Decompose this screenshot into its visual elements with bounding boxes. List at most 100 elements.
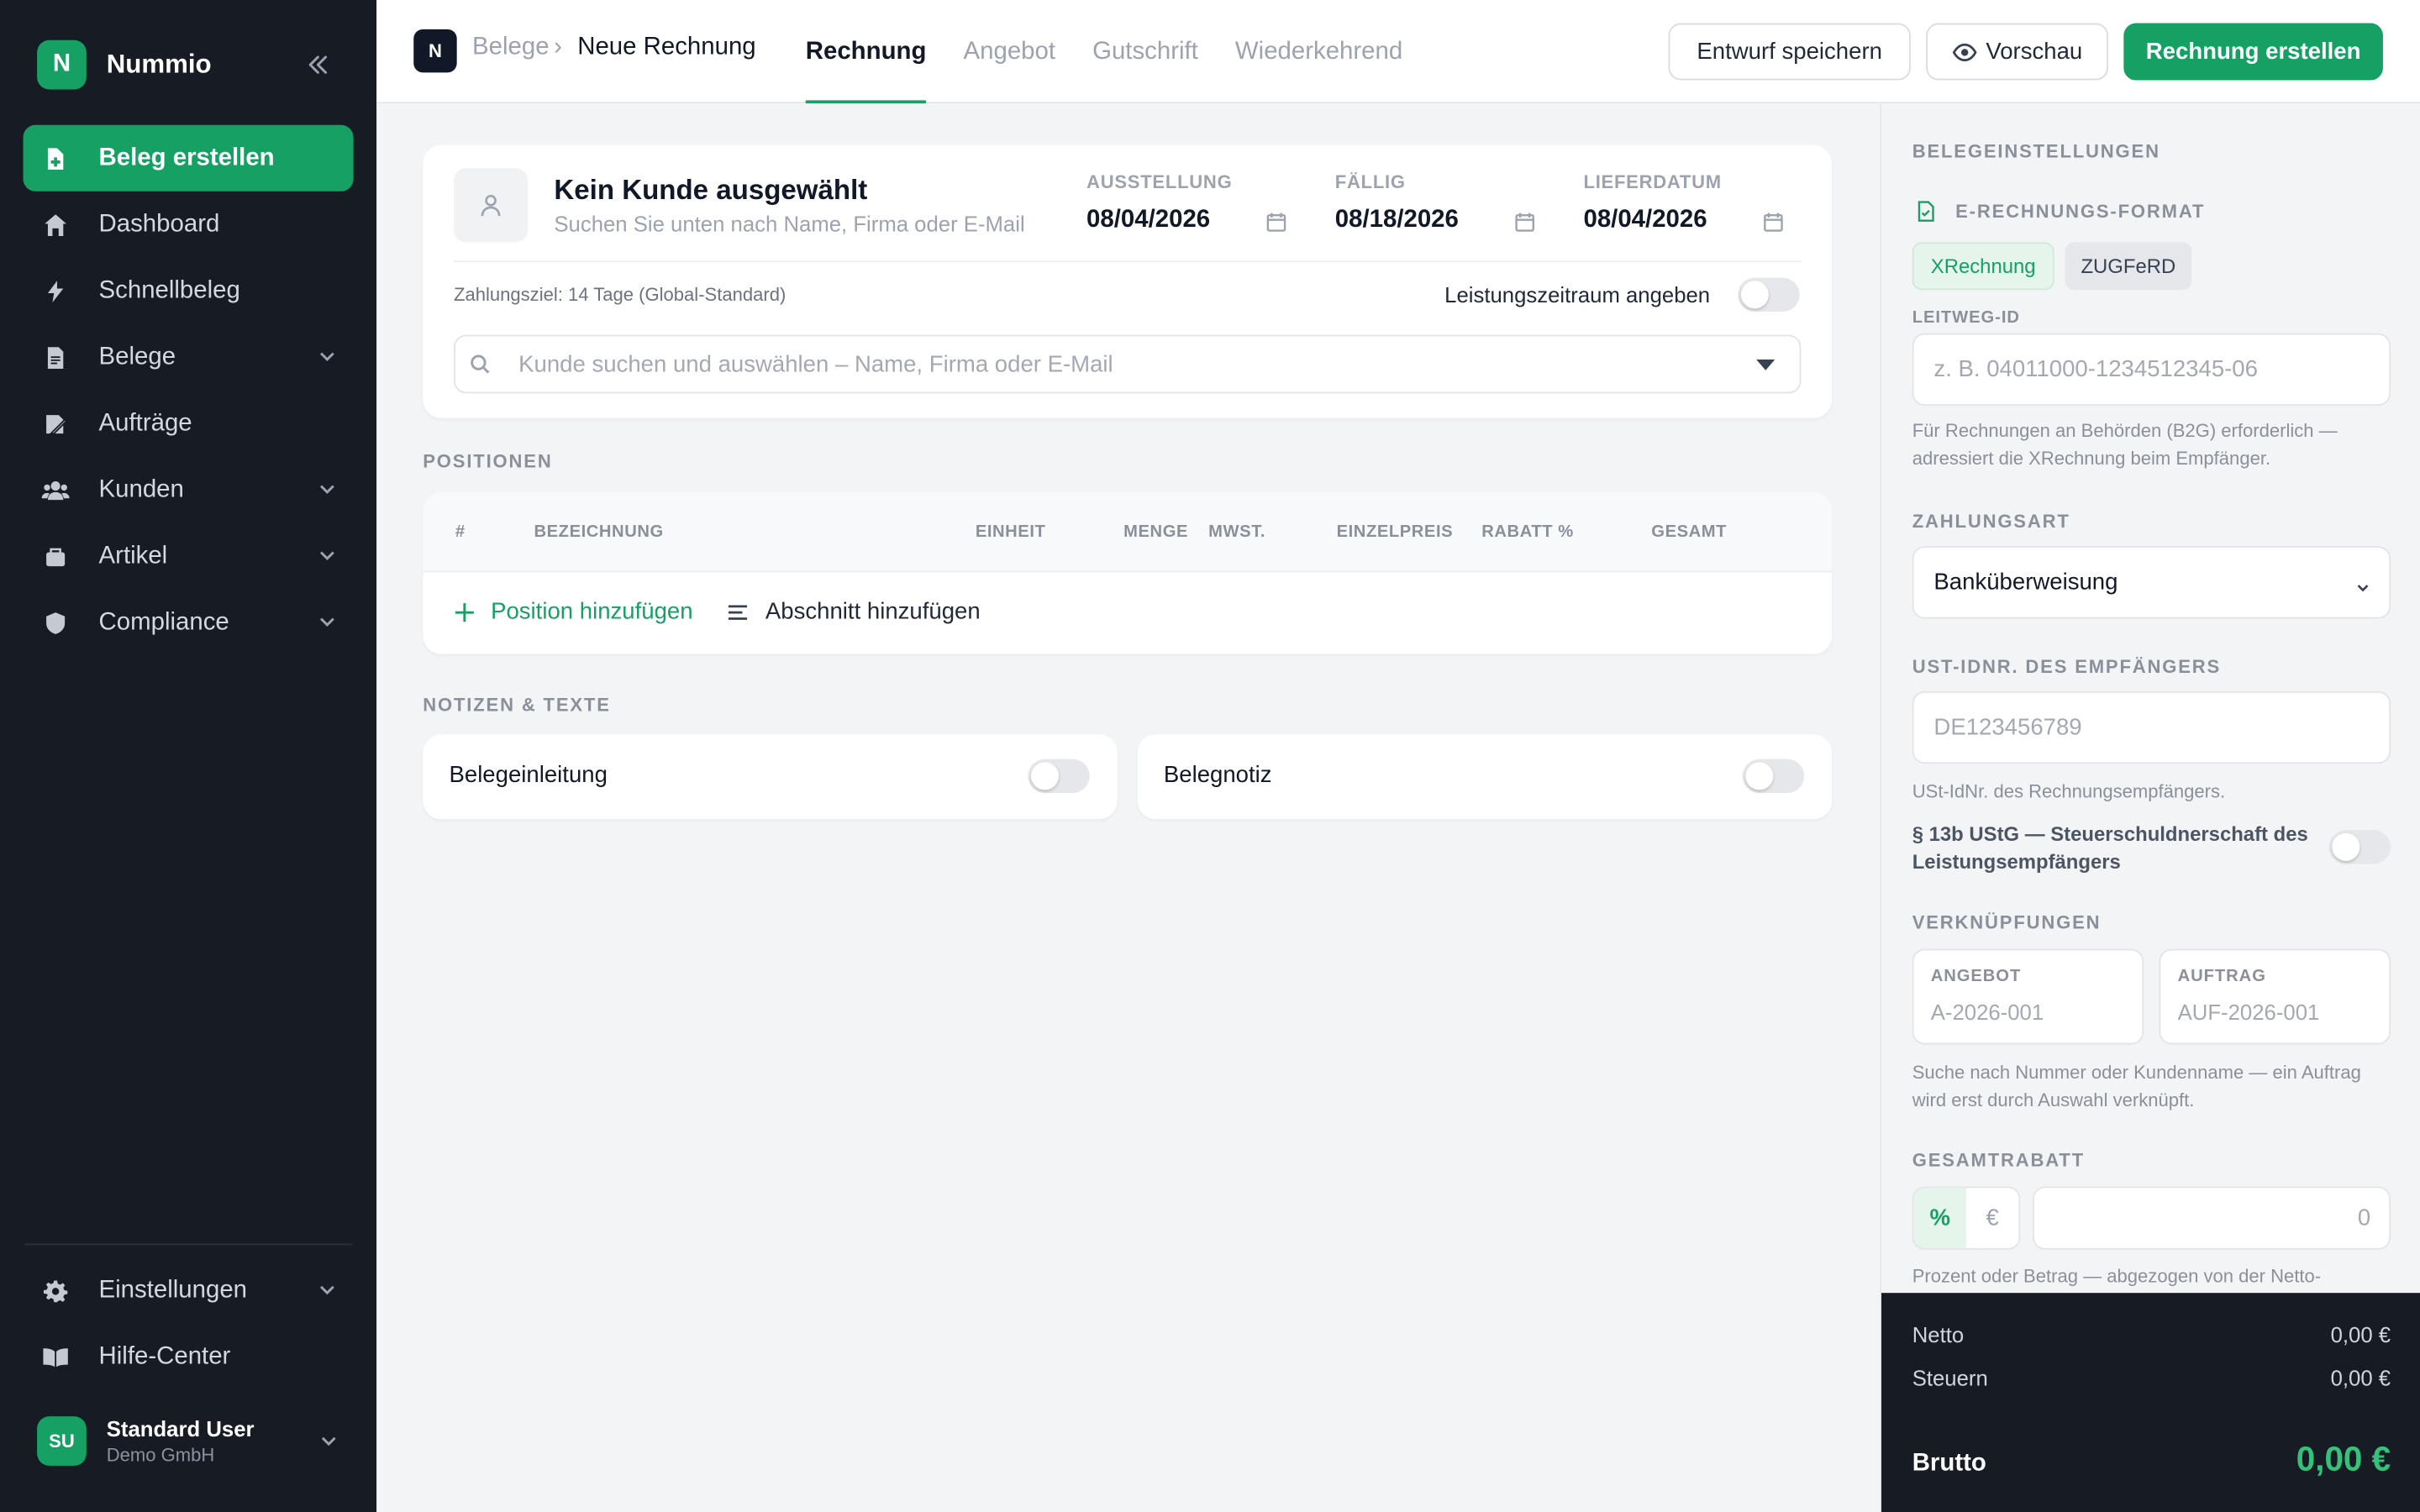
sidebar-item-schnellbeleg[interactable]: Schnellbeleg: [24, 258, 354, 324]
payment-method-select[interactable]: Banküberweisung: [1912, 546, 2391, 619]
leitweg-input[interactable]: z. B. 04011000-1234512345-06: [1912, 333, 2391, 407]
sidebar-item-einstellungen[interactable]: Einstellungen: [24, 1257, 354, 1324]
avatar: SU: [37, 1416, 87, 1466]
sidebar-item-artikel[interactable]: Artikel: [24, 523, 354, 590]
sidebar-nav: Beleg erstellen Dashboard Schnellbeleg B…: [23, 124, 354, 656]
file-plus-icon: [42, 144, 70, 172]
order-link-label: AUFTRAG: [2177, 967, 2266, 986]
create-invoice-button[interactable]: Rechnung erstellen: [2123, 23, 2383, 81]
sidebar-item-belege[interactable]: Belege: [24, 324, 354, 391]
chevron-down-icon: [317, 1279, 339, 1301]
sidebar-item-label: Kunden: [98, 475, 184, 502]
positions-table: # BEZEICHNUNG EINHEIT MENGE MWST. EINZEL…: [423, 491, 1833, 654]
brutto-value: 0,00 €: [2296, 1439, 2391, 1478]
brand-logo: N: [37, 39, 87, 90]
column-header: MWST.: [1208, 522, 1266, 542]
calendar-icon[interactable]: [1514, 212, 1536, 234]
erechnung-header: E-RECHNUNGS-FORMAT: [1915, 200, 2206, 223]
sidebar-item-label: Belege: [98, 343, 176, 370]
crumb-logo: N: [413, 29, 457, 73]
reverse-charge-label: § 13b UStG — Steuerschuldnerschaft des L…: [1912, 822, 2308, 874]
user-org: Demo GmbH: [106, 1444, 215, 1466]
chevron-down-icon: [318, 1431, 339, 1452]
tax-value: 0,00 €: [2330, 1365, 2391, 1390]
sidebar-item-compliance[interactable]: Compliance: [24, 590, 354, 656]
sidebar-item-label: Beleg erstellen: [98, 144, 275, 171]
tab-angebot[interactable]: Angebot: [964, 0, 1055, 103]
issue-date-field[interactable]: AUSSTELLUNG 08/04/2026: [1086, 171, 1287, 234]
discount-euro-option[interactable]: €: [1966, 1188, 2018, 1248]
note-toggle[interactable]: [1742, 759, 1805, 794]
netto-row: Netto 0,00 €: [1912, 1322, 2391, 1347]
breadcrumb-current: Neue Rechnung: [577, 34, 756, 60]
delivery-date-field[interactable]: LIEFERDATUM 08/04/2026: [1583, 171, 1784, 234]
netto-label: Netto: [1912, 1322, 1965, 1347]
service-period-toggle[interactable]: [1738, 277, 1800, 312]
delivery-date-value[interactable]: 08/04/2026: [1583, 207, 1784, 234]
sidebar-item-auftraege[interactable]: Aufträge: [24, 391, 354, 457]
clipboard-icon: [42, 410, 70, 438]
offer-link-input[interactable]: ANGEBOT A-2026-001: [1912, 948, 2144, 1045]
due-date-field[interactable]: FÄLLIG 08/18/2026: [1335, 171, 1536, 234]
add-section-button[interactable]: Abschnitt hinzufügen: [727, 599, 981, 625]
column-header: BEZEICHNUNG: [534, 522, 664, 542]
reverse-charge-toggle[interactable]: [2328, 830, 2391, 864]
positions-section-title: POSITIONEN: [423, 450, 553, 473]
offer-link-placeholder: A-2026-001: [1930, 1000, 2044, 1025]
sidebar-item-dashboard[interactable]: Dashboard: [24, 192, 354, 258]
tab-gutschrift[interactable]: Gutschrift: [1092, 0, 1198, 103]
box-icon: [42, 543, 70, 570]
breadcrumb-parent[interactable]: Belege: [472, 34, 550, 61]
sidebar-item-kunden[interactable]: Kunden: [24, 457, 354, 523]
due-date-value[interactable]: 08/18/2026: [1335, 207, 1536, 234]
issue-date-label: AUSSTELLUNG: [1086, 171, 1233, 193]
preview-button[interactable]: Vorschau: [1926, 23, 2108, 81]
sidebar-item-label: Compliance: [98, 608, 229, 635]
brand[interactable]: N Nummio: [37, 39, 212, 90]
caret-down-icon[interactable]: [1756, 359, 1776, 370]
calendar-icon[interactable]: [1763, 212, 1785, 234]
brand-name: Nummio: [106, 49, 212, 79]
preview-label: Vorschau: [1986, 38, 2083, 66]
format-xrechnung-chip[interactable]: XRechnung: [1912, 242, 2054, 291]
save-draft-button[interactable]: Entwurf speichern: [1668, 23, 1911, 81]
discount-input[interactable]: 0: [2032, 1186, 2391, 1250]
discount-mode-toggle: % €: [1912, 1186, 2021, 1250]
tax-label: Steuern: [1912, 1365, 1988, 1390]
issue-date-value[interactable]: 08/04/2026: [1086, 207, 1287, 234]
users-icon: [41, 476, 70, 504]
delivery-date-label: LIEFERDATUM: [1583, 171, 1722, 193]
add-position-button[interactable]: Position hinzufügen: [454, 599, 693, 625]
vat-id-placeholder: DE123456789: [1933, 714, 2082, 741]
order-link-input[interactable]: AUFTRAG AUF-2026-001: [2159, 948, 2391, 1045]
breadcrumb: Belege › Neue Rechnung: [472, 34, 756, 61]
sidebar-item-hilfe-center[interactable]: Hilfe-Center: [24, 1324, 354, 1390]
links-label: VERKNÜPFUNGEN: [1912, 911, 2102, 934]
customer-search-placeholder: Kunde suchen und auswählen – Name, Firma…: [518, 351, 1113, 379]
column-header: GESAMT: [1651, 522, 1728, 542]
sidebar-bottom-nav: Einstellungen Hilfe-Center: [24, 1257, 354, 1390]
discount-percent-option[interactable]: %: [1913, 1188, 1967, 1248]
service-period-label: Leistungszeitraum angeben: [1444, 282, 1711, 307]
sidebar-item-beleg-erstellen[interactable]: Beleg erstellen: [23, 124, 354, 192]
chevron-down-icon: [2355, 575, 2370, 592]
tab-rechnung[interactable]: Rechnung: [805, 0, 927, 104]
format-zugferd-chip[interactable]: ZUGFeRD: [2065, 242, 2192, 291]
intro-text-toggle[interactable]: [1028, 759, 1090, 794]
column-header: MENGE: [1123, 522, 1188, 542]
calendar-icon[interactable]: [1265, 212, 1287, 234]
vat-id-input[interactable]: DE123456789: [1912, 690, 2391, 764]
user-menu[interactable]: SU Standard User Demo GmbH: [37, 1413, 345, 1468]
note-label: Belegnotiz: [1163, 762, 1272, 789]
tab-wiederkehrend[interactable]: Wiederkehrend: [1235, 0, 1402, 103]
customer-search-input[interactable]: Kunde suchen und auswählen – Name, Firma…: [454, 334, 1802, 394]
discount-help: Prozent oder Betrag — abgezogen von der …: [1912, 1265, 2322, 1287]
note-card: Belegnotiz: [1137, 734, 1833, 820]
document-check-icon: [1915, 201, 1937, 223]
payment-method-value: Banküberweisung: [1933, 569, 2118, 596]
chevron-down-icon: [317, 544, 339, 566]
add-position-label: Position hinzufügen: [491, 598, 693, 625]
collapse-sidebar-icon[interactable]: [301, 48, 334, 81]
payment-term: Zahlungsziel: 14 Tage (Global-Standard): [454, 283, 786, 306]
erechnung-label: E-RECHNUNGS-FORMAT: [1955, 200, 2206, 223]
